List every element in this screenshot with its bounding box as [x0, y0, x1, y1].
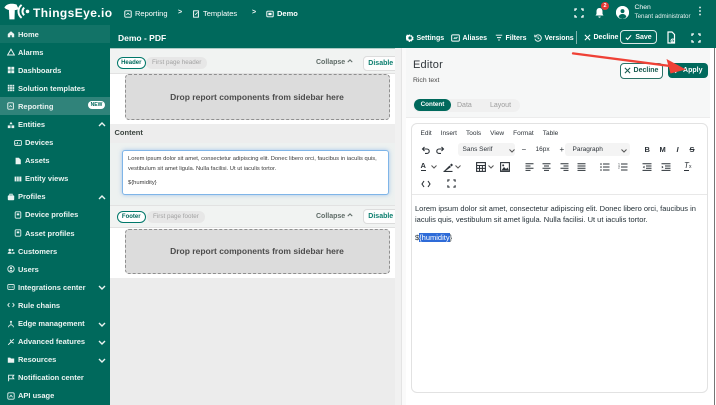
svg-text:2: 2	[618, 165, 620, 169]
